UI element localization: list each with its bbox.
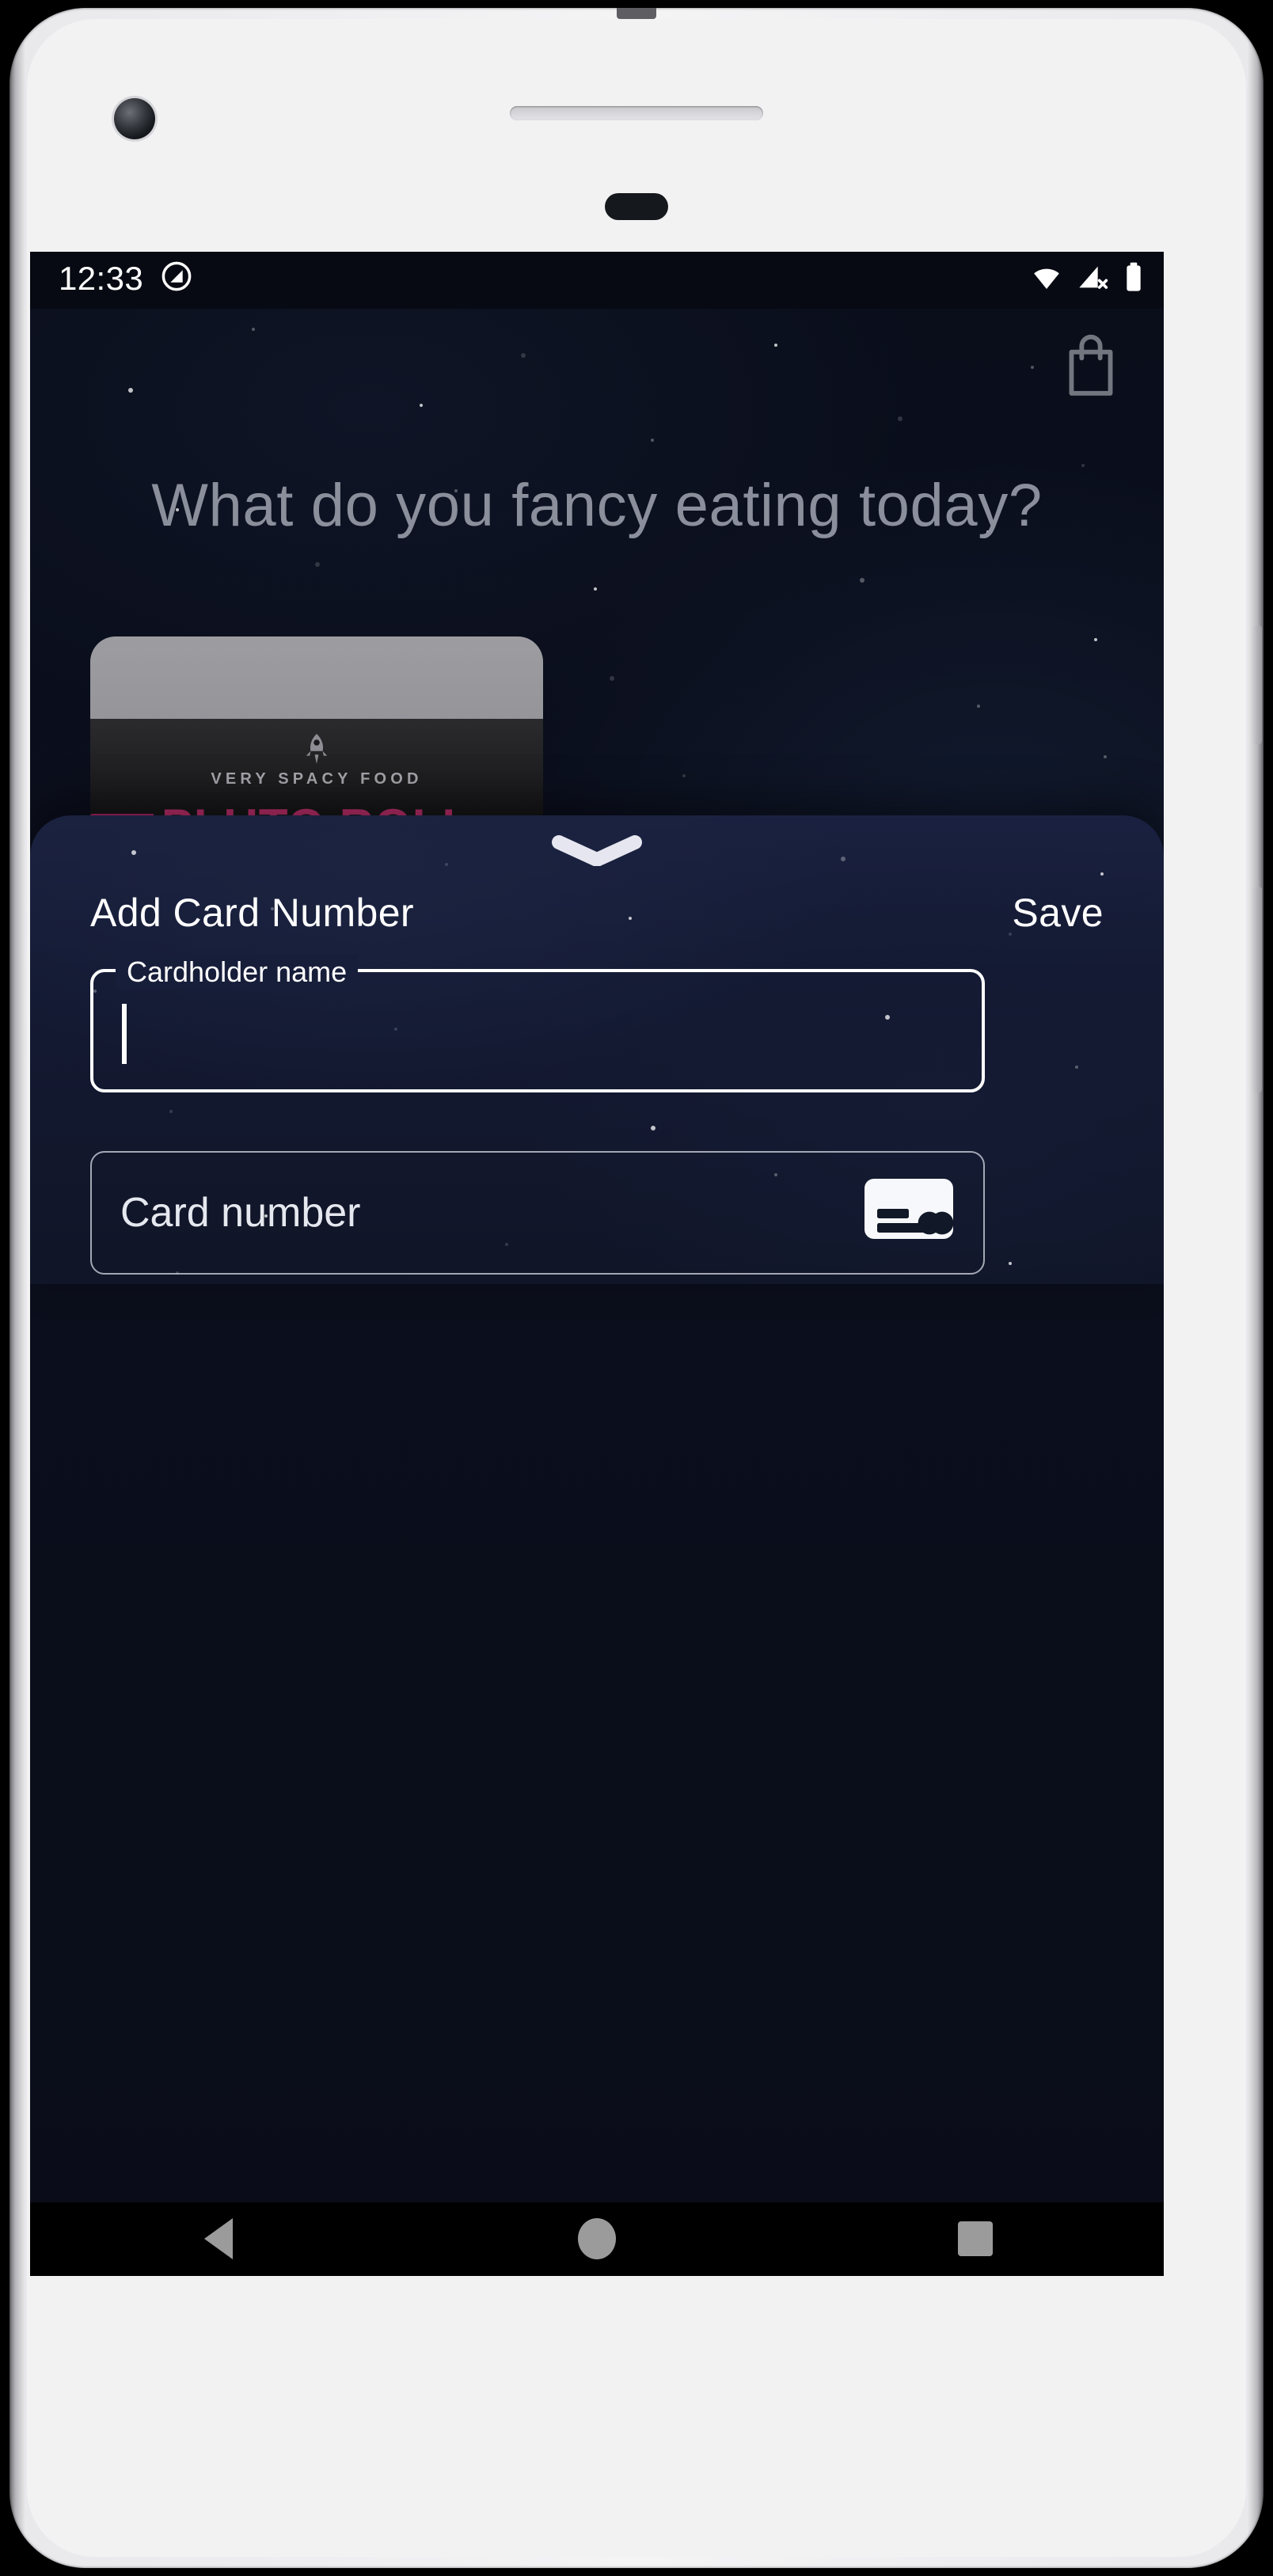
front-camera-lens	[114, 98, 155, 139]
proximity-sensor	[605, 193, 668, 220]
app-top-bar	[30, 309, 1164, 426]
add-card-bottom-sheet: Add Card Number Save Cardholder name Car…	[30, 815, 1164, 1284]
back-button[interactable]	[124, 2202, 314, 2276]
text-caret	[122, 1004, 127, 1064]
home-circle-icon	[577, 2218, 616, 2259]
chevron-down-icon[interactable]	[551, 834, 643, 867]
power-button[interactable]	[1252, 625, 1262, 744]
phone-screen: 12:33 What do you fancy eating today? VE…	[30, 252, 1164, 2276]
save-button[interactable]: Save	[1012, 891, 1104, 937]
recents-square-icon	[957, 2221, 993, 2256]
cellular-no-signal-icon	[1077, 260, 1108, 300]
cardholder-name-label: Cardholder name	[116, 955, 359, 990]
shopping-bag-icon[interactable]	[1056, 327, 1126, 408]
battery-full-icon	[1123, 260, 1145, 300]
earpiece-speaker-grille	[510, 106, 763, 120]
recents-button[interactable]	[880, 2202, 1070, 2276]
product-brand-tagline: VERY SPACY FOOD	[211, 771, 423, 788]
status-bar-left-icons	[159, 260, 192, 301]
cardholder-name-field[interactable]: Cardholder name	[90, 955, 985, 1092]
card-number-field[interactable]: Card number	[90, 1151, 985, 1275]
bottom-sheet-header: Add Card Number Save	[30, 891, 1164, 937]
status-bar: 12:33	[30, 252, 1164, 309]
credit-card-icon[interactable]	[863, 1177, 955, 1248]
wifi-icon	[1031, 260, 1062, 300]
volume-button[interactable]	[1252, 887, 1262, 1092]
home-button[interactable]	[502, 2202, 692, 2276]
status-bar-clock: 12:33	[59, 261, 144, 298]
bottom-sheet-title: Add Card Number	[90, 891, 414, 936]
card-number-placeholder: Card number	[120, 1188, 361, 1236]
device-top-accent	[617, 8, 656, 19]
status-bar-right-icons	[1031, 260, 1145, 300]
android-navigation-bar	[30, 2202, 1164, 2276]
back-triangle-icon	[204, 2218, 234, 2259]
notification-do-not-disturb-icon	[159, 260, 192, 301]
page-title: What do you fancy eating today?	[151, 473, 1043, 540]
